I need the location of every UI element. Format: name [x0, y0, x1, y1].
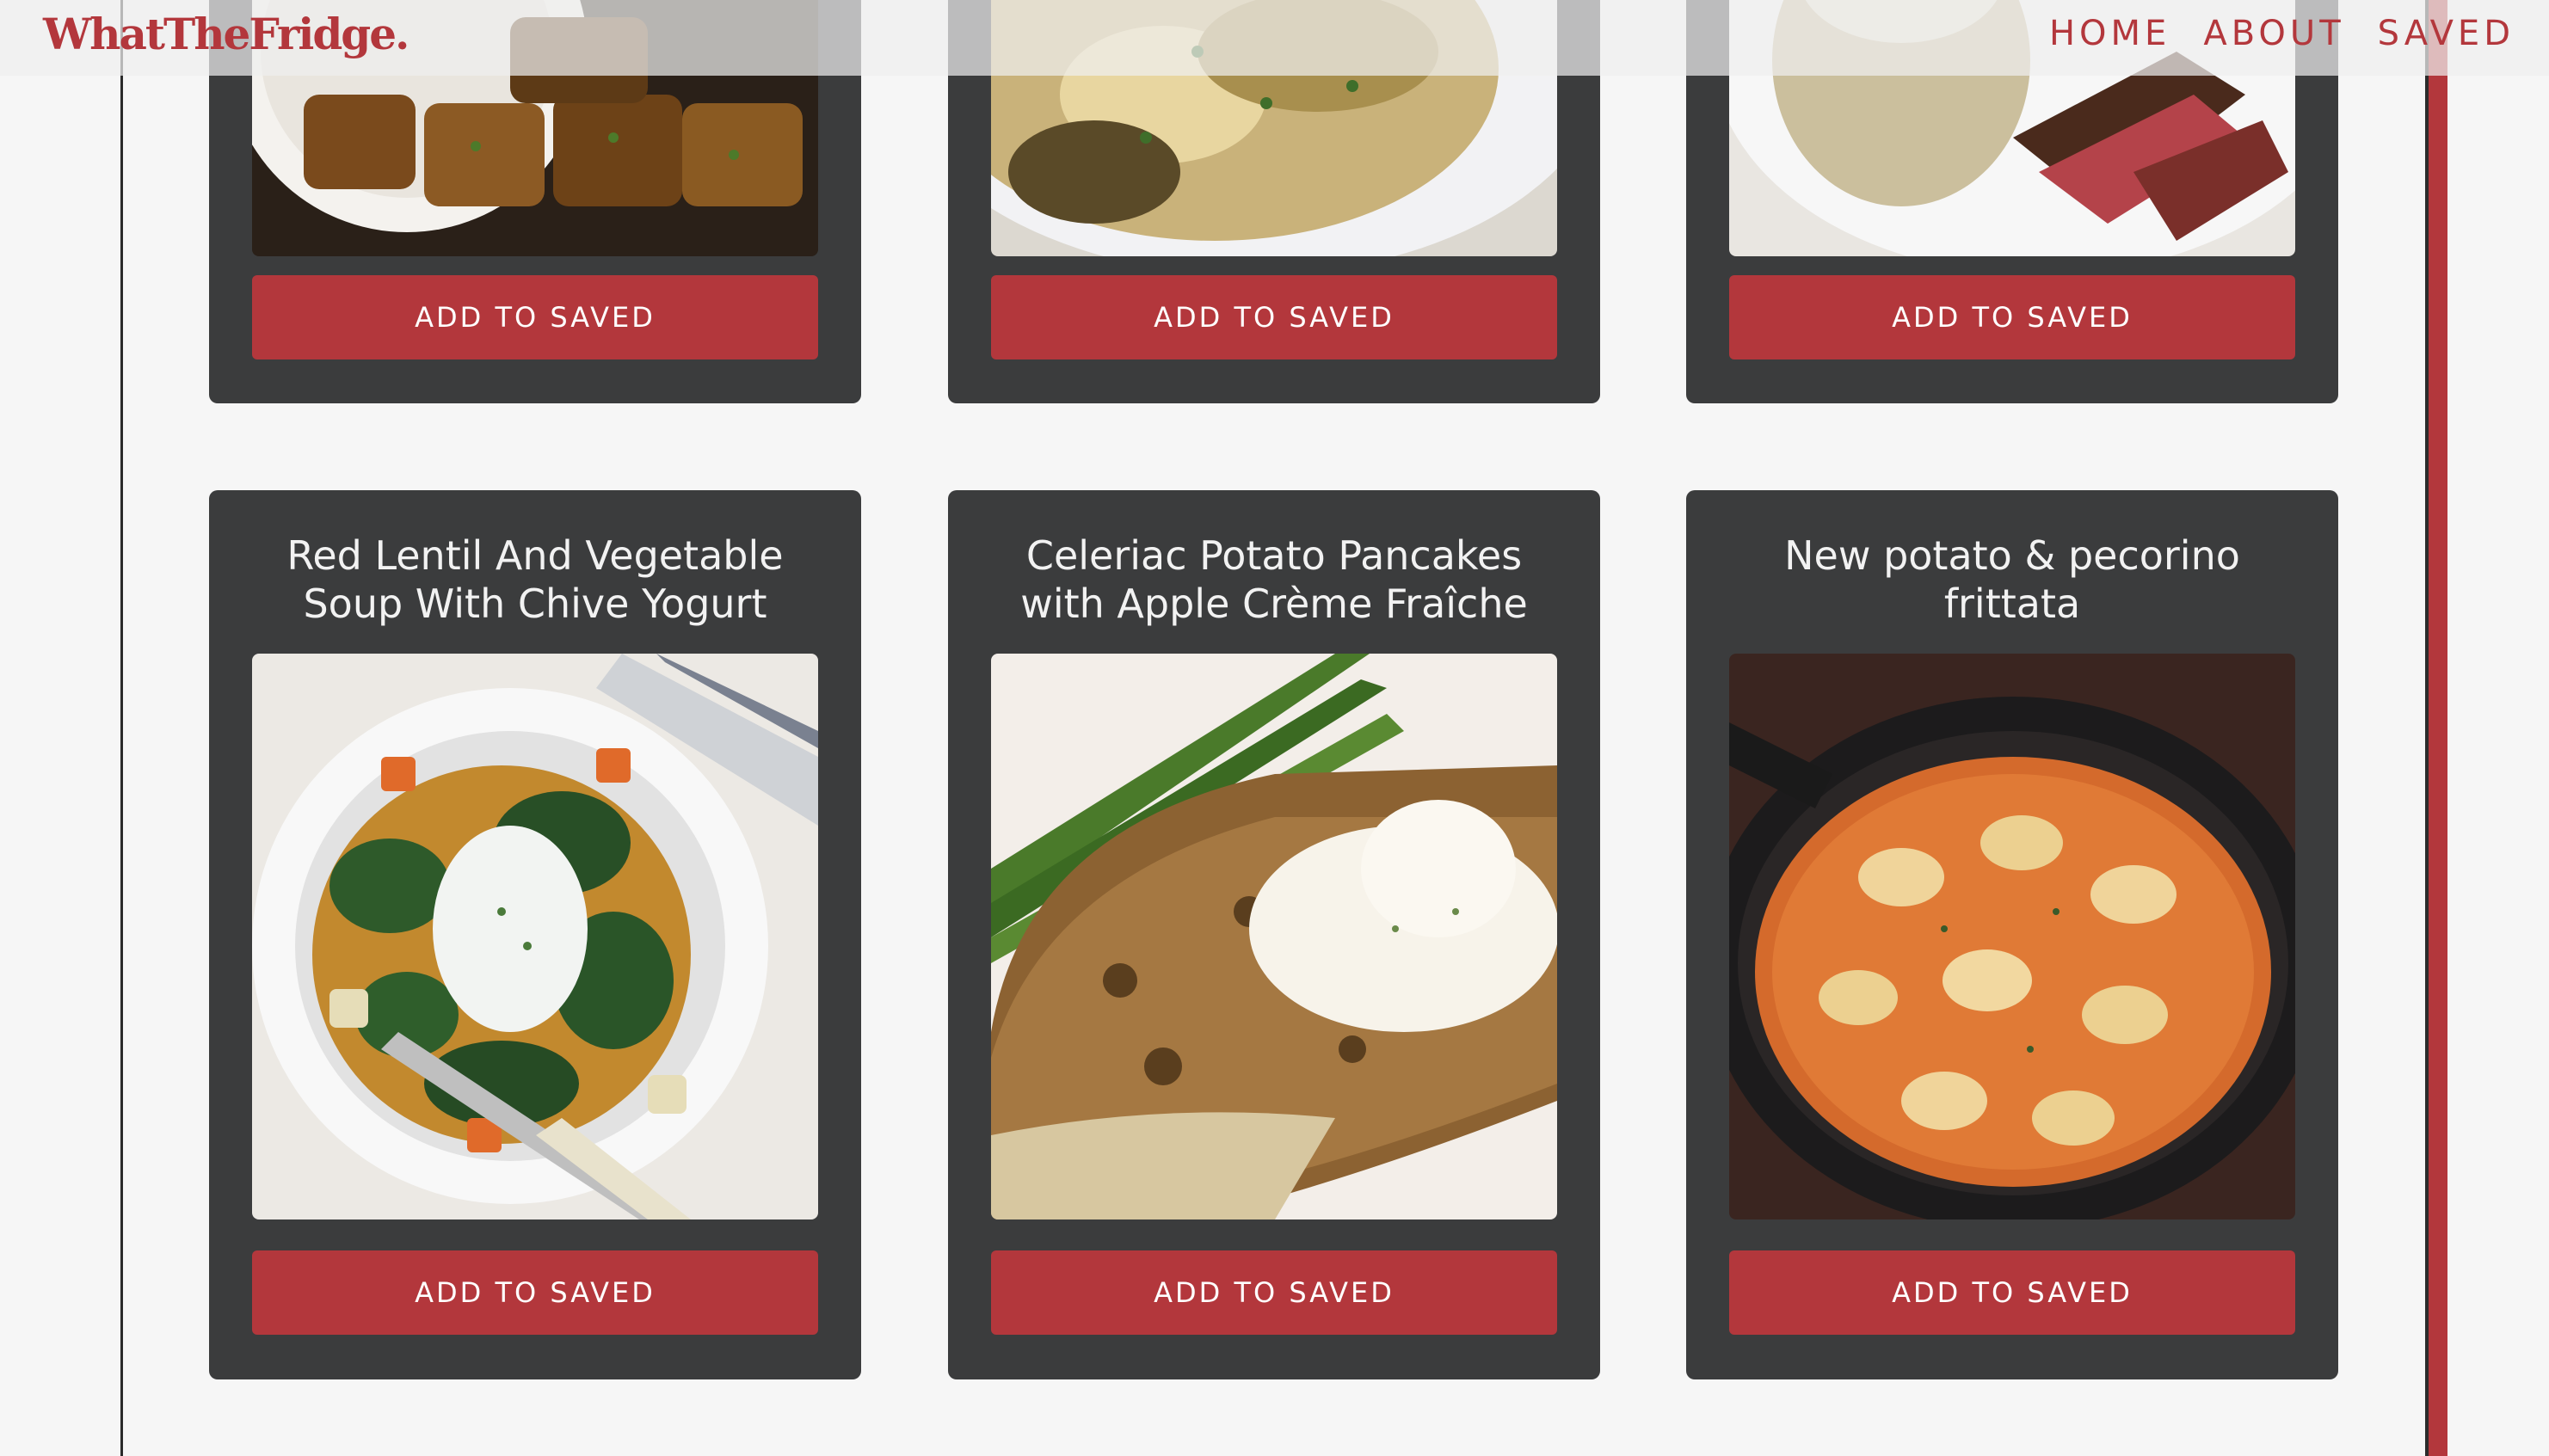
recipe-title-line: Red Lentil And Vegetable [286, 532, 784, 579]
recipe-card: Red Lentil And Vegetable Soup With Chive… [209, 490, 861, 1379]
recipe-title: Celeriac Potato Pancakes with Apple Crèm… [948, 531, 1600, 628]
recipe-title: New potato & pecorino frittata [1686, 531, 2338, 628]
recipe-title-line: with Apple Crème Fraîche [1020, 581, 1528, 627]
recipe-card: New potato & pecorino frittata ADD TO SA… [1686, 490, 2338, 1379]
recipe-title: Red Lentil And Vegetable Soup With Chive… [209, 531, 861, 628]
add-to-saved-button[interactable]: ADD TO SAVED [1729, 1250, 2295, 1335]
site-header: WhatTheFridge. HOME ABOUT SAVED [0, 0, 2549, 76]
recipe-card: Celeriac Potato Pancakes with Apple Crèm… [948, 490, 1600, 1379]
lentil-soup-image [252, 654, 818, 1219]
potato-pancake-image [991, 654, 1557, 1219]
add-to-saved-button[interactable]: ADD TO SAVED [991, 1250, 1557, 1335]
nav-home-link[interactable]: HOME [2049, 14, 2170, 53]
recipe-title-line: Soup With Chive Yogurt [303, 581, 767, 627]
add-to-saved-button[interactable]: ADD TO SAVED [991, 275, 1557, 359]
frittata-pan-image [1729, 654, 2295, 1219]
nav-about-link[interactable]: ABOUT [2203, 14, 2344, 53]
site-logo[interactable]: WhatTheFridge. [43, 9, 409, 59]
recipe-title-line: Celeriac Potato Pancakes [1025, 532, 1523, 579]
add-to-saved-button[interactable]: ADD TO SAVED [252, 1250, 818, 1335]
add-to-saved-button[interactable]: ADD TO SAVED [252, 275, 818, 359]
add-to-saved-button[interactable]: ADD TO SAVED [1729, 275, 2295, 359]
main-nav: HOME ABOUT SAVED [2049, 14, 2515, 53]
page-accent-edge [2429, 0, 2447, 1456]
nav-saved-link[interactable]: SAVED [2378, 14, 2515, 53]
recipe-title-line: New potato & pecorino [1784, 532, 2240, 579]
recipe-title-line: frittata [1943, 581, 2081, 627]
